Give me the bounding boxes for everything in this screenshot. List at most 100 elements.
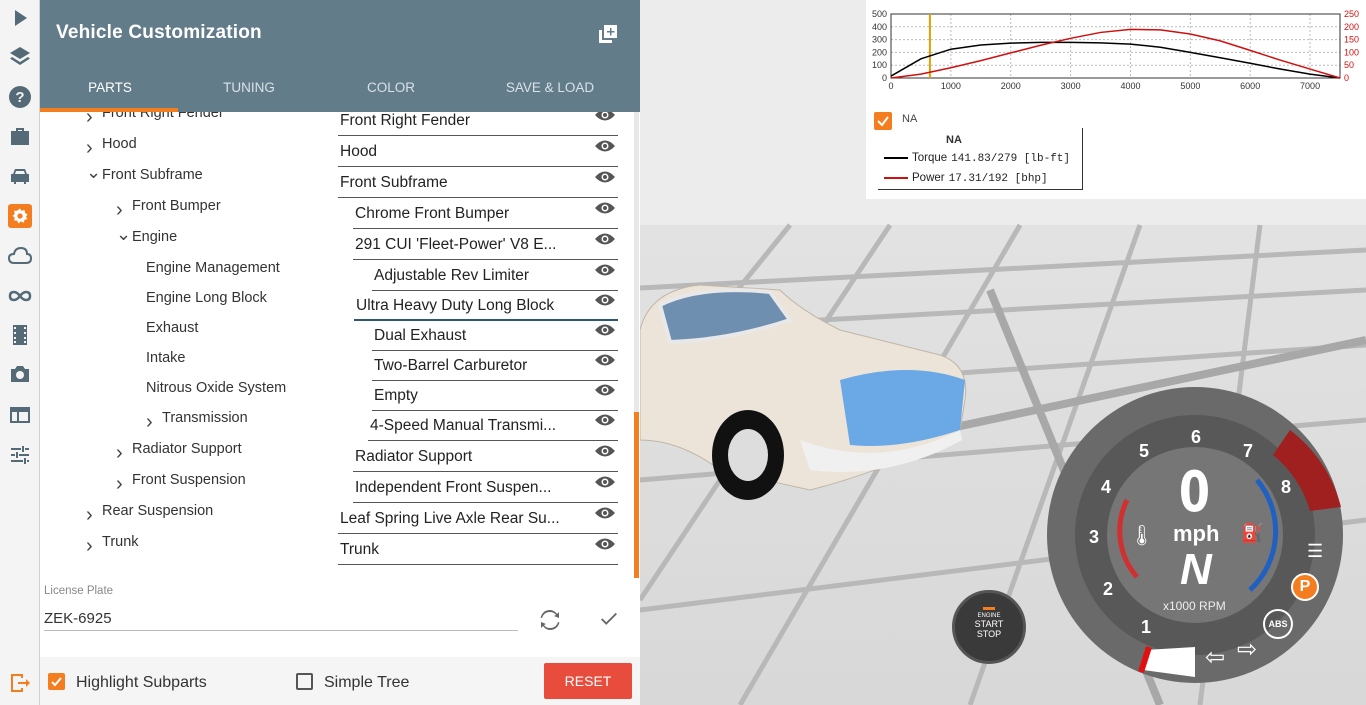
part-select[interactable]: Trunk [338,541,618,565]
play-icon[interactable] [5,3,35,33]
highlight-subparts-checkbox[interactable] [48,673,65,690]
torque-power-graph: 500 400 300 200 100 0 250 200 150 100 50 0 0 1000 2000… [866,0,1366,199]
tree-row[interactable]: › Front Right Fender Front Right Fender [40,112,640,139]
part-select[interactable]: Dual Exhaust [372,327,618,351]
tree-row[interactable]: ⌄ Engine 291 CUI 'Fleet-Power' V8 E... [40,224,640,263]
reset-button[interactable]: RESET [544,663,632,699]
car-icon[interactable] [5,161,35,191]
tree-row[interactable]: › Trunk Trunk [40,534,640,568]
tree-row[interactable]: Exhaust Dual Exhaust [40,320,640,354]
scrollbar-thumb[interactable] [634,412,639,578]
window-icon[interactable] [5,400,35,430]
eye-icon[interactable] [594,537,616,551]
chevron-down-icon[interactable]: ⌄ [86,162,101,183]
check-icon[interactable] [598,608,620,630]
tree-row-label: Front Bumper [132,198,221,214]
x-tick-label: 2000 [1001,81,1021,91]
tab-color[interactable]: COLOR [321,80,461,95]
eye-icon[interactable] [594,293,616,307]
tab-tuning[interactable]: TUNING [179,80,319,95]
popout-icon[interactable] [596,22,620,46]
tab-save-load[interactable]: SAVE & LOAD [480,80,620,95]
tree-row[interactable]: Engine Long Block Ultra Heavy Duty Long B… [40,290,640,324]
chevron-down-icon[interactable]: ⌄ [116,224,131,245]
license-plate-label: License Plate [44,585,114,597]
highlight-subparts-label: Highlight Subparts [76,674,207,691]
part-select[interactable]: Front Subframe [338,174,618,198]
tree-row[interactable]: › Rear Suspension Leaf Spring Live Axle Re… [40,503,640,537]
camera-icon[interactable] [5,359,35,389]
exit-icon[interactable] [8,671,32,695]
part-select[interactable]: Leaf Spring Live Axle Rear Su... [338,510,618,534]
tree-row[interactable]: Intake Two-Barrel Carburetor [40,350,640,384]
infinity-icon[interactable] [5,281,35,311]
graph-plot: 50040030020010002502001501005000 1000 2000… [872,9,1359,91]
power-series-line [890,28,1341,79]
right-tick-label: 100 [1344,47,1359,57]
tree-row[interactable]: ⌄ Front Subframe Front Subframe [40,162,640,201]
license-plate-input[interactable] [44,606,518,631]
tree-row[interactable]: Nitrous Oxide System Empty [40,380,640,414]
simple-tree-checkbox[interactable] [296,673,313,690]
chevron-right-icon[interactable]: › [116,473,123,496]
tree-row[interactable]: › Transmission 4-Speed Manual Transmi... [40,410,640,444]
left-tick-label: 500 [872,9,887,19]
tree-row-label: Intake [146,350,186,366]
part-select-value: Leaf Spring Live Axle Rear Su... [340,510,560,527]
chevron-right-icon[interactable]: › [116,199,123,222]
tree-row[interactable]: Engine Management Adjustable Rev Limiter [40,260,640,294]
part-select[interactable]: Radiator Support [353,448,618,472]
eye-icon[interactable] [594,353,616,367]
film-icon[interactable] [5,320,35,350]
eye-icon[interactable] [594,323,616,337]
left-turn-signal-icon: ⇦ [1205,644,1226,671]
eye-icon[interactable] [594,383,616,397]
eye-icon[interactable] [594,263,616,277]
eye-icon[interactable] [594,506,616,520]
cloud-icon[interactable] [5,241,35,271]
eye-icon[interactable] [594,444,616,458]
rpm-tick-label: 4 [1101,477,1112,497]
chevron-right-icon[interactable]: › [86,504,93,527]
chevron-right-icon[interactable]: › [86,535,93,558]
part-select[interactable]: 291 CUI 'Fleet-Power' V8 E... [353,236,618,260]
legend-title: NA [946,134,962,146]
eye-icon[interactable] [594,139,616,153]
legend-power: Power 17.31/192 [bhp] [884,172,1048,185]
refresh-icon[interactable] [538,608,562,632]
tree-row[interactable]: › Hood Hood [40,136,640,170]
engine-start-stop-button[interactable]: ENGINE START STOP [952,590,1026,664]
tree-row[interactable]: › Front Suspension Independent Front Suspe… [40,472,640,506]
part-select[interactable]: Empty [372,387,618,411]
tab-parts[interactable]: PARTS [40,80,180,95]
eye-icon[interactable] [594,170,616,184]
tree-row-label: Engine Long Block [146,290,267,306]
layers-icon[interactable] [5,42,35,72]
help-icon[interactable]: ? [5,82,35,112]
chevron-right-icon[interactable]: › [146,411,153,434]
speed-unit: mph [1173,521,1220,546]
svg-text:?: ? [15,89,24,106]
part-select[interactable]: Two-Barrel Carburetor [372,357,618,381]
tree-row-label: Front Right Fender [102,112,224,121]
part-select[interactable]: Chrome Front Bumper [353,205,618,229]
part-select[interactable]: Independent Front Suspen... [353,479,618,503]
eye-icon[interactable] [594,475,616,489]
sliders-icon[interactable] [5,440,35,470]
eye-icon[interactable] [594,413,616,427]
part-select[interactable]: Adjustable Rev Limiter [372,267,618,291]
gear-icon[interactable] [8,204,32,228]
eye-icon[interactable] [594,112,616,122]
chevron-right-icon[interactable]: › [116,442,123,465]
part-select[interactable]: Front Right Fender [338,112,618,136]
eye-icon[interactable] [594,201,616,215]
briefcase-icon[interactable] [5,121,35,151]
eye-icon[interactable] [594,232,616,246]
part-select[interactable]: Ultra Heavy Duty Long Block [354,297,618,321]
tree-row-label: Transmission [162,410,248,426]
part-select[interactable]: Hood [338,143,618,167]
tree-row[interactable]: › Radiator Support Radiator Support [40,441,640,475]
chevron-right-icon[interactable]: › [86,112,93,129]
chevron-right-icon[interactable]: › [86,137,93,160]
part-select[interactable]: 4-Speed Manual Transmi... [368,417,618,441]
